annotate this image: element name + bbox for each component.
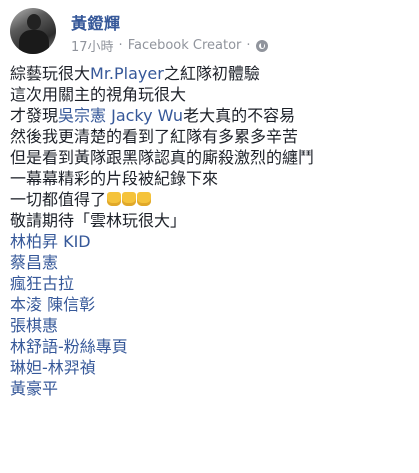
post-line: 然後我更清楚的看到了紅隊有多累多辛苦 <box>10 126 410 147</box>
praying-hands-icon <box>107 189 152 210</box>
tagged-person[interactable]: 黃豪平 <box>10 379 58 398</box>
post-line: 張棋惠 <box>10 315 410 336</box>
page-tag-mr-player[interactable]: Mr.Player <box>90 64 164 83</box>
post-header: 黃鐙輝 17小時 · Facebook Creator · <box>10 8 410 60</box>
avatar[interactable] <box>10 8 56 54</box>
tagged-person[interactable]: 瘋狂古拉 <box>10 274 74 293</box>
post-line: 一幕幕精彩的片段被紀錄下來 <box>10 168 410 189</box>
post-line: 瘋狂古拉 <box>10 273 410 294</box>
line-text: 老大真的不容易 <box>183 106 296 125</box>
post-line: 一切都值得了 <box>10 189 410 210</box>
author-role: Facebook Creator <box>127 38 242 53</box>
tagged-person[interactable]: 張棋惠 <box>10 316 58 335</box>
post-time[interactable]: 17小時 <box>71 36 114 55</box>
post-line: 但是看到黃隊跟黑隊認真的廝殺激烈的纏鬥 <box>10 147 410 168</box>
tagged-person[interactable]: 林柏昇 KID <box>10 232 91 251</box>
post-line: 敬請期待「雲林玩很大」 <box>10 210 410 231</box>
post-meta: 17小時 · Facebook Creator · <box>71 36 268 55</box>
line-text: 一切都值得了 <box>10 190 107 209</box>
avatar-head <box>27 14 41 30</box>
tagged-person[interactable]: 林舒語-粉絲專頁 <box>10 337 128 356</box>
page-tag-jacky-wu[interactable]: 吳宗憲 Jacky Wu <box>58 106 183 125</box>
line-text: 但是看到黃隊跟黑隊認真的廝殺激烈的纏鬥 <box>10 148 315 167</box>
post-line: 蔡昌憲 <box>10 252 410 273</box>
tagged-person[interactable]: 琳妲-林羿禎 <box>10 358 96 377</box>
post-line: 才發現吳宗憲 Jacky Wu老大真的不容易 <box>10 105 410 126</box>
post-line: 黃豪平 <box>10 378 410 399</box>
meta-separator: · <box>118 38 123 53</box>
post-line: 林舒語-粉絲專頁 <box>10 336 410 357</box>
tagged-person[interactable]: 蔡昌憲 <box>10 253 58 272</box>
post-line: 本淩 陳信彰 <box>10 294 410 315</box>
tagged-person[interactable]: 本淩 陳信彰 <box>10 295 95 314</box>
line-text: 然後我更清楚的看到了紅隊有多累多辛苦 <box>10 127 299 146</box>
line-text: 一幕幕精彩的片段被紀錄下來 <box>10 169 219 188</box>
post-line: 綜藝玩很大Mr.Player之紅隊初體驗 <box>10 63 410 84</box>
meta-separator-2: · <box>246 38 251 53</box>
line-text: 綜藝玩很大 <box>10 64 91 83</box>
post-line: 林柏昇 KID <box>10 231 410 252</box>
line-text: 才發現 <box>10 106 59 125</box>
line-text: 這次用關主的視角玩很大 <box>10 85 187 104</box>
post-line: 這次用關主的視角玩很大 <box>10 84 410 105</box>
line-text: 之紅隊初體驗 <box>163 64 260 83</box>
globe-icon[interactable] <box>255 39 268 52</box>
post-line: 琳妲-林羿禎 <box>10 357 410 378</box>
avatar-body <box>19 30 49 54</box>
author-name[interactable]: 黃鐙輝 <box>71 10 121 34</box>
line-text: 敬請期待「雲林玩很大」 <box>10 211 187 230</box>
post-text: 綜藝玩很大Mr.Player之紅隊初體驗 這次用關主的視角玩很大 才發現吳宗憲 … <box>10 63 410 399</box>
